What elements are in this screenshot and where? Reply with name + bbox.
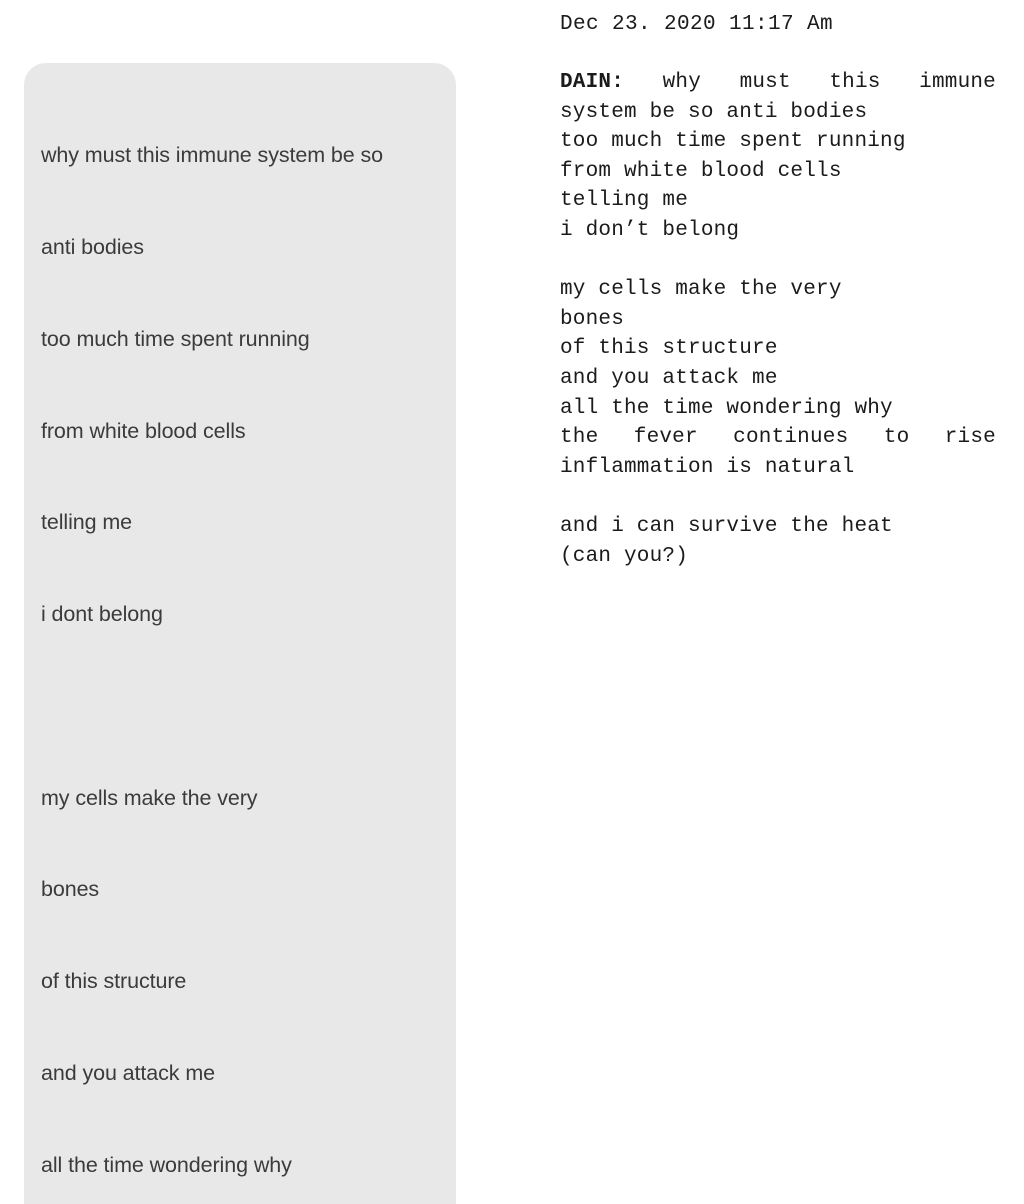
transcript-stanza-break bbox=[560, 246, 996, 276]
chat-message-bubble[interactable]: why must this immune system be so anti b… bbox=[24, 63, 456, 1204]
bubble-line: and you attack me bbox=[41, 1061, 215, 1085]
transcript-stanza-break bbox=[560, 482, 996, 512]
bubble-line: my cells make the very bbox=[41, 785, 258, 810]
transcript-line: of this structure bbox=[560, 337, 778, 361]
transcript-line-justified: the fever continues to rise bbox=[560, 423, 996, 453]
bubble-line: anti bodies bbox=[41, 234, 144, 259]
bubble-stanza-break bbox=[41, 691, 438, 722]
transcript-word: continues bbox=[733, 426, 849, 450]
bubble-line: all the time wondering why bbox=[41, 1152, 292, 1177]
message-bubble-pane: why must this immune system be so anti b… bbox=[0, 0, 512, 1204]
transcript-line: bones bbox=[560, 307, 625, 331]
transcript-line: from white blood cells bbox=[560, 159, 842, 183]
transcript-line: (can you?) bbox=[560, 544, 689, 568]
bubble-line: of this structure bbox=[41, 969, 187, 994]
bubble-line: from white blood cells bbox=[41, 418, 246, 443]
transcript-line: and you attack me bbox=[560, 366, 778, 390]
transcript-line: too much time spent running bbox=[560, 130, 906, 154]
transcript-line: and i can survive the heat bbox=[560, 514, 893, 538]
transcript-line-speaker: DAIN: why must this immune bbox=[560, 68, 996, 98]
bubble-line: telling me bbox=[41, 510, 133, 535]
transcript-word: why bbox=[662, 71, 701, 94]
transcript-line: all the time wondering why bbox=[560, 396, 893, 420]
transcript-line: my cells make the very bbox=[560, 278, 842, 302]
transcript-pane: Dec 23. 2020 11:17 Am DAIN: why must thi… bbox=[512, 0, 1024, 602]
transcript-line: system be so anti bodies bbox=[560, 100, 868, 124]
transcript-word: must bbox=[739, 71, 791, 94]
transcript-word: the bbox=[560, 426, 599, 450]
transcript-word: immune bbox=[919, 71, 996, 94]
bubble-line: too much time spent running bbox=[41, 326, 310, 351]
transcript-word: this bbox=[829, 71, 881, 94]
bubble-line: i dont belong bbox=[41, 602, 163, 627]
transcript-line: telling me bbox=[560, 189, 689, 213]
chat-message-text: why must this immune system be so anti b… bbox=[41, 79, 438, 1204]
speaker-label: DAIN: bbox=[560, 71, 625, 94]
message-timestamp: Dec 23. 2020 11:17 Am bbox=[560, 13, 834, 36]
bubble-line: why must this immune system be so bbox=[41, 143, 384, 168]
bubble-line: bones bbox=[41, 877, 100, 902]
transcript-line: i don’t belong bbox=[560, 218, 740, 242]
transcript-word: fever bbox=[633, 426, 698, 450]
transcript-body: DAIN: why must this immune system be so … bbox=[560, 68, 996, 571]
screenshot-canvas: why must this immune system be so anti b… bbox=[0, 0, 1024, 1204]
transcript-line: inflammation is natural bbox=[560, 455, 855, 479]
transcript-word: to bbox=[883, 426, 910, 450]
transcript-word: rise bbox=[944, 426, 996, 450]
